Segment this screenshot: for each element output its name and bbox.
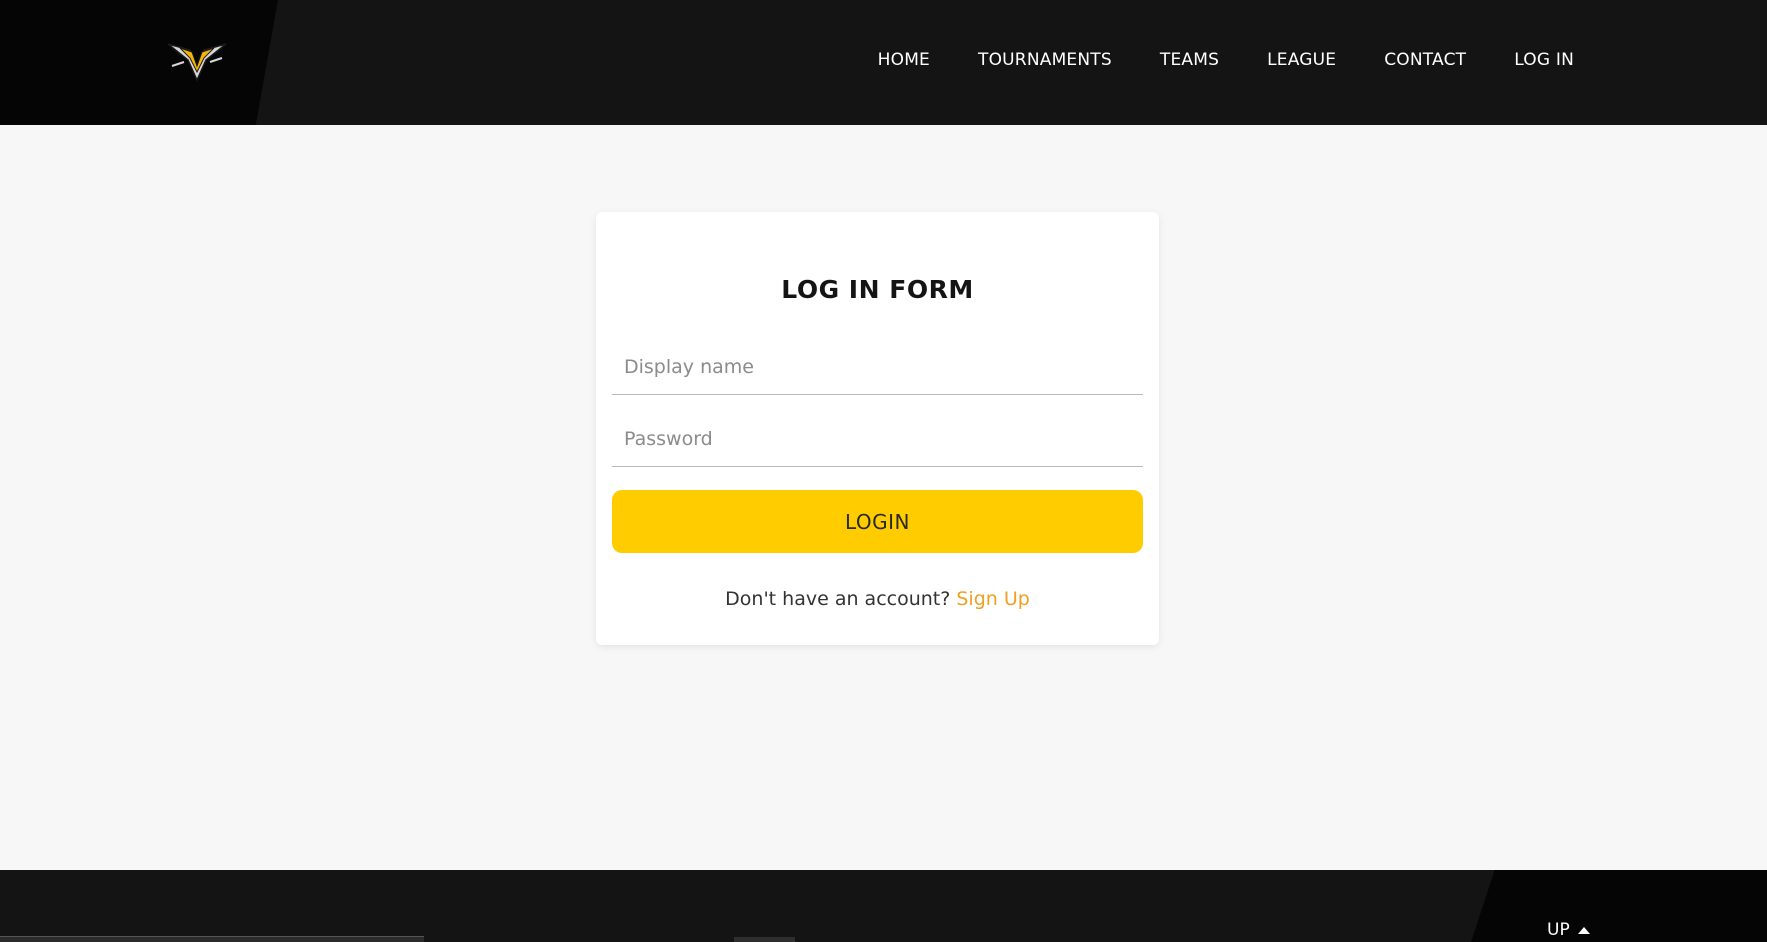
header-logo-panel bbox=[0, 0, 278, 125]
login-card: LOG IN FORM LOGIN Don't have an account?… bbox=[596, 212, 1159, 645]
footer-slant-panel bbox=[1471, 870, 1767, 942]
site-footer: UP bbox=[0, 870, 1767, 942]
no-account-text: Don't have an account? bbox=[725, 588, 951, 610]
nav-teams[interactable]: TEAMS bbox=[1160, 50, 1219, 70]
nav-contact[interactable]: CONTACT bbox=[1384, 50, 1466, 70]
nav-tournaments[interactable]: TOURNAMENTS bbox=[978, 50, 1112, 70]
signup-link[interactable]: Sign Up bbox=[956, 588, 1029, 610]
main-nav: HOME TOURNAMENTS TEAMS LEAGUE CONTACT LO… bbox=[878, 0, 1574, 120]
password-input[interactable] bbox=[612, 411, 1143, 467]
signup-prompt: Don't have an account? Sign Up bbox=[596, 588, 1159, 610]
login-button[interactable]: LOGIN bbox=[612, 490, 1143, 553]
scroll-up-button[interactable]: UP bbox=[1547, 920, 1590, 940]
nav-league[interactable]: LEAGUE bbox=[1267, 50, 1336, 70]
v-wing-logo-icon[interactable] bbox=[166, 36, 228, 82]
display-name-input[interactable] bbox=[612, 339, 1143, 395]
site-header: HOME TOURNAMENTS TEAMS LEAGUE CONTACT LO… bbox=[0, 0, 1767, 125]
up-label: UP bbox=[1547, 920, 1570, 940]
footer-divider bbox=[0, 936, 424, 942]
caret-up-icon bbox=[1577, 926, 1590, 934]
footer-divider-small bbox=[734, 937, 795, 942]
form-title: LOG IN FORM bbox=[781, 275, 974, 304]
nav-log-in[interactable]: LOG IN bbox=[1514, 50, 1574, 70]
nav-home[interactable]: HOME bbox=[878, 50, 930, 70]
